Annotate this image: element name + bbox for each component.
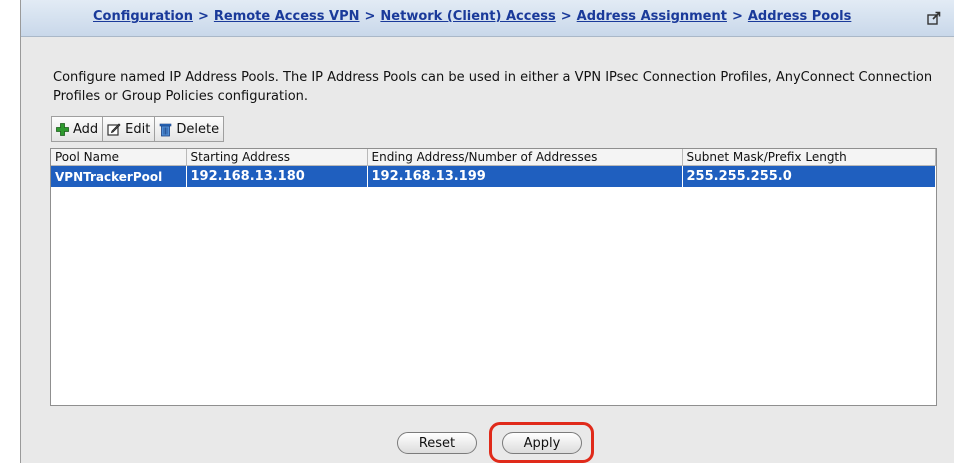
breadcrumb-configuration[interactable]: Configuration <box>93 9 193 24</box>
cell-starting-address[interactable]: 192.168.13.180 <box>186 165 368 187</box>
breadcrumb: Configuration > Remote Access VPN > Network … <box>93 9 851 24</box>
edit-button[interactable]: Edit <box>103 116 156 142</box>
breadcrumb-address-assignment[interactable]: Address Assignment <box>577 9 727 24</box>
edit-button-label: Edit <box>125 121 151 137</box>
cell-ending-address[interactable]: 192.168.13.199 <box>367 165 683 187</box>
breadcrumb-separator: > <box>197 9 209 24</box>
breadcrumb-remote-access-vpn[interactable]: Remote Access VPN <box>214 9 360 24</box>
delete-button-label: Delete <box>176 121 220 137</box>
column-header-subnet-mask[interactable]: Subnet Mask/Prefix Length <box>682 149 936 166</box>
cell-subnet-mask[interactable]: 255.255.255.0 <box>682 165 936 187</box>
column-header-ending-address[interactable]: Ending Address/Number of Addresses <box>367 149 683 166</box>
plus-icon <box>56 122 69 136</box>
table-header-row: Pool Name Starting Address Ending Addres… <box>51 149 936 166</box>
breadcrumb-separator: > <box>560 9 572 24</box>
column-header-pool-name[interactable]: Pool Name <box>51 149 187 166</box>
toolbar: Add Edit Delete <box>51 116 225 142</box>
trash-icon <box>159 122 172 137</box>
breadcrumb-bar: Configuration > Remote Access VPN > Network … <box>21 0 954 37</box>
breadcrumb-separator: > <box>731 9 743 24</box>
breadcrumb-address-pools[interactable]: Address Pools <box>748 9 852 24</box>
address-pools-table: Pool Name Starting Address Ending Addres… <box>50 148 937 406</box>
apply-button[interactable]: Apply <box>502 432 582 454</box>
action-buttons: Reset Apply <box>21 432 954 456</box>
add-button[interactable]: Add <box>51 116 104 142</box>
page-description: Configure named IP Address Pools. The IP… <box>53 70 933 104</box>
breadcrumb-network-client-access[interactable]: Network (Client) Access <box>380 9 555 24</box>
popout-icon[interactable] <box>927 10 941 25</box>
edit-icon <box>107 122 121 136</box>
column-header-starting-address[interactable]: Starting Address <box>186 149 368 166</box>
reset-button[interactable]: Reset <box>397 432 477 454</box>
add-button-label: Add <box>73 121 99 137</box>
cell-pool-name[interactable]: VPNTrackerPool <box>51 165 187 187</box>
breadcrumb-separator: > <box>364 9 376 24</box>
table-row[interactable]: VPNTrackerPool 192.168.13.180 192.168.13… <box>51 165 936 187</box>
address-pools-panel: Configuration > Remote Access VPN > Network … <box>20 0 954 463</box>
delete-button[interactable]: Delete <box>155 116 225 142</box>
